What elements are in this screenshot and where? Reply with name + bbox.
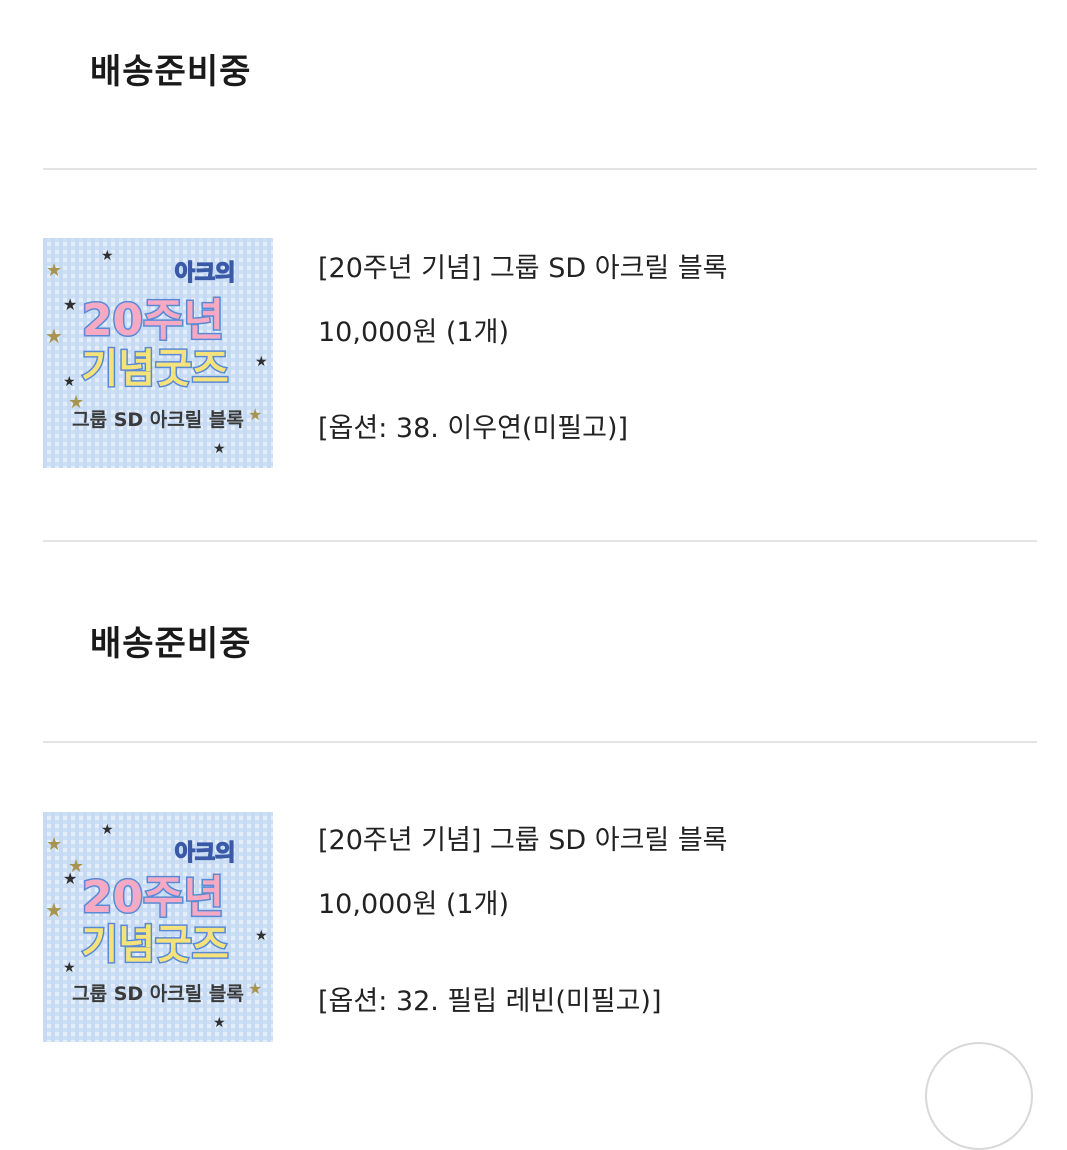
section-divider xyxy=(43,540,1037,542)
order-status-label: 배송준비중 xyxy=(90,52,252,92)
thumb-text: 그룹 SD 아크릴 블록 xyxy=(72,983,244,1005)
star-icon: ★ xyxy=(248,979,262,998)
thumb-text: 20주년 xyxy=(82,295,224,346)
scroll-to-top-button[interactable] xyxy=(925,1042,1033,1150)
thumb-text: 기념굿즈 xyxy=(81,346,228,392)
star-icon: ★ xyxy=(255,354,268,370)
thumb-text: 20주년 xyxy=(82,872,224,923)
product-price: 10,000원 (1개) xyxy=(318,889,509,920)
star-icon: ★ xyxy=(63,295,77,314)
star-icon: ★ xyxy=(213,1015,226,1031)
star-icon: ★ xyxy=(101,822,114,838)
star-icon: ★ xyxy=(63,374,76,390)
thumb-text: 아크의 xyxy=(175,841,236,866)
star-icon: ★ xyxy=(45,324,63,348)
star-icon: ★ xyxy=(255,928,268,944)
star-icon: ★ xyxy=(46,260,62,281)
product-option: [옵션: 32. 필립 레빈(미필고)] xyxy=(318,986,662,1017)
star-icon: ★ xyxy=(63,960,76,976)
order-status-label: 배송준비중 xyxy=(90,624,252,664)
thumb-text: 아크의 xyxy=(175,261,236,286)
product-name[interactable]: [20주년 기념] 그룹 SD 아크릴 블록 xyxy=(318,246,728,285)
section-divider xyxy=(43,168,1037,170)
star-icon: ★ xyxy=(46,834,62,855)
product-thumbnail[interactable]: ★ ★ ★ ★ ★ ★ ★ ★ ★ 아크의 20주년 기념굿즈 그룹 SD 아크… xyxy=(43,812,273,1042)
star-icon: ★ xyxy=(213,441,226,457)
star-icon: ★ xyxy=(248,405,262,424)
star-icon: ★ xyxy=(101,248,114,264)
section-divider xyxy=(43,741,1037,743)
star-icon: ★ xyxy=(45,898,63,922)
product-price: 10,000원 (1개) xyxy=(318,317,509,348)
product-option: [옵션: 38. 이우연(미필고)] xyxy=(318,413,629,444)
thumb-text: 그룹 SD 아크릴 블록 xyxy=(72,409,244,431)
product-thumbnail[interactable]: ★ ★ ★ ★ ★ ★ ★ ★ ★ 아크의 20주년 기념굿즈 그룹 SD 아크… xyxy=(43,238,273,468)
thumb-text: 기념굿즈 xyxy=(81,922,228,968)
product-name[interactable]: [20주년 기념] 그룹 SD 아크릴 블록 xyxy=(318,818,728,857)
